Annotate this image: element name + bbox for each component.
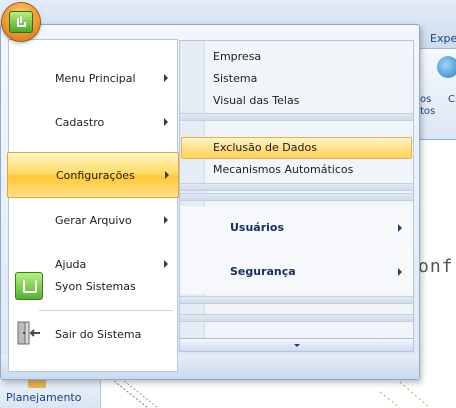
ribbon-text-os: os <box>420 94 432 105</box>
submenu-group-label: Usuários <box>230 221 285 234</box>
chevron-right-icon <box>165 171 169 179</box>
menu-item-label: Syon Sistemas <box>55 279 136 293</box>
menu-separator <box>39 310 173 311</box>
submenu-scroll-down-button[interactable] <box>180 338 413 351</box>
submenu-item-label: Sistema <box>213 72 258 85</box>
submenu-item-label: Mecanismos Automáticos <box>213 163 354 176</box>
syon-logo-icon <box>15 272 43 300</box>
chevron-down-icon <box>293 343 300 347</box>
submenu-group-usuarios[interactable]: Usuários <box>180 206 413 250</box>
ribbon-text-tos: tos <box>420 106 436 117</box>
submenu-separator-band <box>180 183 413 191</box>
submenu-separator-band <box>180 296 413 304</box>
submenu-group-label: Segurança <box>230 265 296 278</box>
menu-item-menu-principal[interactable]: Menu Principal <box>9 56 177 100</box>
background-heading-fragment: onf <box>418 256 454 277</box>
menu-left-column: Menu Principal Cadastro Configurações Ge… <box>7 39 179 372</box>
submenu-separator-band <box>180 193 413 201</box>
menu-item-label: Gerar Arquivo <box>55 213 132 227</box>
nav-item-planejamento[interactable]: Planejamento <box>6 391 81 404</box>
submenu-item-exclusao-de-dados[interactable]: Exclusão de Dados <box>181 137 412 159</box>
menu-item-label: Menu Principal <box>55 71 136 85</box>
submenu-item-label: Empresa <box>213 50 262 63</box>
menu-item-syon-sistemas[interactable]: Syon Sistemas <box>9 264 177 308</box>
submenu-separator-band <box>180 113 413 121</box>
submenu-panel: Empresa Sistema Visual das Telas Exclusã… <box>179 40 414 352</box>
chevron-right-icon <box>164 118 168 126</box>
submenu-item-sistema[interactable]: Sistema <box>180 68 413 90</box>
application-menu: Menu Principal Cadastro Configurações Ge… <box>0 24 420 380</box>
chevron-right-icon <box>164 216 168 224</box>
menu-item-label: Sair do Sistema <box>55 327 142 341</box>
ribbon-action-icon[interactable] <box>437 56 456 78</box>
app-logo-icon <box>9 11 33 33</box>
menu-item-gerar-arquivo[interactable]: Gerar Arquivo <box>9 198 177 242</box>
submenu-item-mecanismos-automaticos[interactable]: Mecanismos Automáticos <box>180 159 413 181</box>
submenu-group-seguranca[interactable]: Segurança <box>180 250 413 294</box>
menu-item-label: Cadastro <box>55 115 105 129</box>
ribbon-text-cl: Cl <box>448 94 456 105</box>
submenu-item-label: Visual das Telas <box>213 94 300 107</box>
submenu-item-visual-das-telas[interactable]: Visual das Telas <box>180 90 413 112</box>
chevron-right-icon <box>164 74 168 82</box>
ribbon-tab-expe[interactable]: Expe <box>430 32 456 45</box>
menu-item-label: Configurações <box>56 168 135 182</box>
chevron-right-icon <box>398 224 402 232</box>
menu-item-configuracoes[interactable]: Configurações <box>7 152 179 198</box>
chevron-right-icon <box>398 268 402 276</box>
submenu-item-label: Exclusão de Dados <box>213 141 317 154</box>
menu-item-sair-do-sistema[interactable]: Sair do Sistema <box>9 312 177 356</box>
menu-item-cadastro[interactable]: Cadastro <box>9 100 177 144</box>
application-orb-button[interactable] <box>2 3 40 41</box>
exit-door-icon <box>15 320 41 346</box>
submenu-item-empresa[interactable]: Empresa <box>180 46 413 68</box>
submenu-separator-band <box>180 314 413 322</box>
